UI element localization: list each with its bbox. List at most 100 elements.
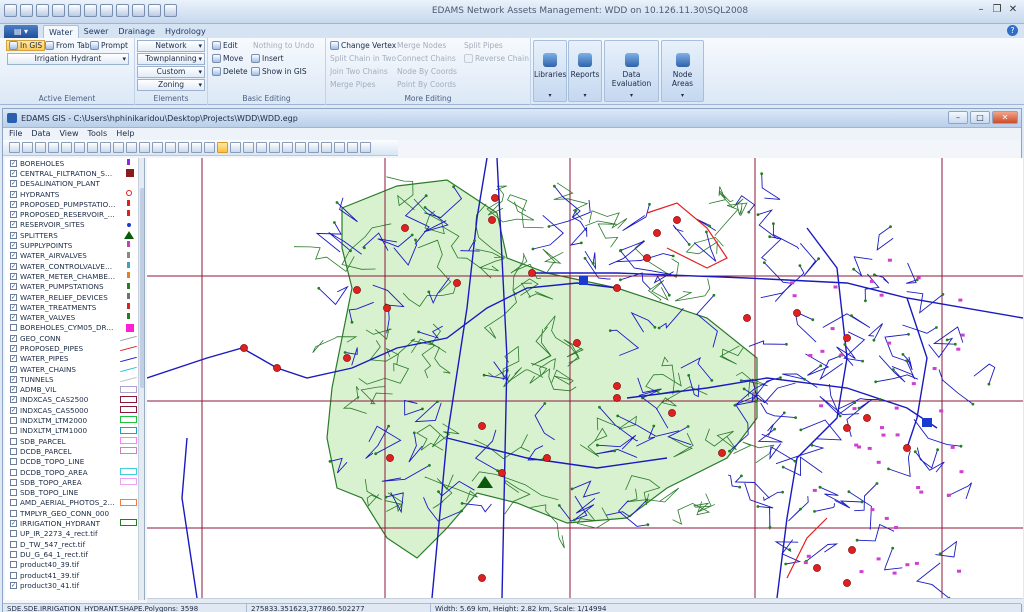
layer-item[interactable]: ✓ WATER_CHAINS [5, 364, 144, 374]
undo-button[interactable]: Nothing to Undo [253, 41, 314, 50]
layer-item[interactable]: ✓ BOREHOLES [5, 158, 144, 168]
edit-button[interactable]: Edit [212, 41, 238, 50]
layer-item[interactable]: ✓ SPLITTERS [5, 230, 144, 240]
layer-checkbox[interactable]: ✓ [10, 221, 17, 229]
layer-item[interactable]: ✓ WATER_AIRVALVES [5, 251, 144, 261]
close-icon[interactable]: ✕ [992, 111, 1018, 124]
layer-item[interactable]: DU_G_64_1_rect.tif [5, 549, 144, 559]
insert-button[interactable]: Insert [251, 54, 284, 63]
layer-item[interactable]: SDB_TOPO_LINE [5, 488, 144, 498]
node-by-coords-button[interactable]: Node By Coords [397, 67, 457, 76]
data-evaluation-button[interactable]: Data Evaluation ▾ [604, 40, 659, 102]
layer-item[interactable]: DCDB_TOPO_LINE [5, 457, 144, 467]
layer-checkbox[interactable]: ✓ [10, 386, 17, 394]
layer-checkbox[interactable] [10, 417, 17, 425]
change-vertex-button[interactable]: Change Vertex [330, 41, 396, 50]
layer-item[interactable]: ✓ SUPPLYPOINTS [5, 240, 144, 250]
layer-item[interactable]: ✓ WATER_METER_CHAMBERS [5, 271, 144, 281]
layer-list-scrollbar[interactable] [138, 158, 144, 600]
layer-checkbox[interactable]: ✓ [10, 262, 17, 270]
save-icon[interactable] [35, 142, 46, 153]
menu-view[interactable]: View [60, 128, 79, 140]
layer-item[interactable]: SDB_PARCEL [5, 436, 144, 446]
query-icon[interactable] [321, 142, 332, 153]
minimize-icon[interactable]: – [974, 3, 988, 17]
chart-icon[interactable] [84, 4, 97, 17]
layer-checkbox[interactable] [10, 561, 17, 569]
layer-item[interactable]: ✓ WATER_PUMPSTATIONS [5, 282, 144, 292]
layer-checkbox[interactable] [10, 478, 17, 486]
layer-item[interactable]: BOREHOLES_CYM05_DRAFT [5, 323, 144, 333]
file-menu-button[interactable]: ▤ ▾ [4, 25, 38, 38]
menu-data[interactable]: Data [31, 128, 50, 140]
zoom-out-icon[interactable] [152, 142, 163, 153]
layer-item[interactable]: ✓ CENTRAL_FILTRATION_SYS... [5, 168, 144, 178]
print-icon[interactable] [148, 4, 161, 17]
info-icon[interactable] [126, 142, 137, 153]
layer-checkbox[interactable]: ✓ [10, 334, 17, 342]
pan-hand-icon[interactable] [113, 142, 124, 153]
layer-item[interactable]: ✓ TUNNELS [5, 374, 144, 384]
townplanning-dropdown[interactable]: Townplanning [137, 53, 205, 65]
layer-item[interactable]: ✓ INDXCAS_CAS5000 [5, 405, 144, 415]
layer-checkbox[interactable]: ✓ [10, 375, 17, 383]
layer-checkbox[interactable]: ✓ [10, 303, 17, 311]
layer-checkbox[interactable] [10, 447, 17, 455]
layer-checkbox[interactable]: ✓ [10, 283, 17, 291]
maximize-icon[interactable]: □ [970, 111, 990, 124]
layer-checkbox[interactable]: ✓ [10, 272, 17, 280]
layer-item[interactable]: INDXLTM_LTM1000 [5, 426, 144, 436]
layer-checkbox[interactable] [10, 530, 17, 538]
menu-file[interactable]: File [9, 128, 22, 140]
move-button[interactable]: Move [212, 54, 243, 63]
from-table-button[interactable]: From Table [45, 41, 96, 50]
table-icon[interactable] [116, 4, 129, 17]
layer-item[interactable]: DCDB_TOPO_AREA [5, 467, 144, 477]
menu-tools[interactable]: Tools [87, 128, 107, 140]
layer-checkbox[interactable] [10, 324, 17, 332]
in-gis-button[interactable]: In GIS [6, 40, 46, 51]
zoom-in-icon[interactable] [139, 142, 150, 153]
tab-drainage[interactable]: Drainage [113, 25, 160, 38]
select-box-icon[interactable] [100, 142, 111, 153]
reverse-chain-button[interactable]: Reverse Chain [464, 54, 529, 63]
layer-checkbox[interactable] [10, 489, 17, 497]
paste-icon[interactable] [74, 142, 85, 153]
layer-item[interactable]: ✓ PROPOSED_RESERVOIR_SI... [5, 209, 144, 219]
attribute-icon[interactable] [308, 142, 319, 153]
layer-checkbox[interactable] [10, 550, 17, 558]
layer-checkbox[interactable]: ✓ [10, 314, 17, 322]
merge-nodes-button[interactable]: Merge Nodes [397, 41, 446, 50]
map-canvas[interactable] [147, 158, 1023, 598]
split-chain-button[interactable]: Split Chain in Two [330, 54, 396, 63]
layer-checkbox[interactable]: ✓ [10, 211, 17, 219]
layer-checkbox[interactable] [10, 540, 17, 548]
merge-pipes-button[interactable]: Merge Pipes [330, 80, 376, 89]
prompt-button[interactable]: Prompt [90, 41, 128, 50]
join-chains-button[interactable]: Join Two Chains [330, 67, 388, 76]
active-element-select[interactable]: Irrigation Hydrant [7, 53, 129, 65]
layer-checkbox[interactable]: ✓ [10, 365, 17, 373]
snap-icon[interactable] [217, 142, 228, 153]
layer-checkbox[interactable] [10, 427, 17, 435]
save-icon[interactable] [52, 4, 65, 17]
layer-checkbox[interactable] [10, 437, 17, 445]
layer-checkbox[interactable]: ✓ [10, 242, 17, 250]
layer-checkbox[interactable] [10, 499, 17, 507]
layer-item[interactable]: ✓ PROPOSED_PUMPSTATIONS [5, 199, 144, 209]
zoom-extent-icon[interactable] [178, 142, 189, 153]
copy-icon[interactable] [61, 142, 72, 153]
libraries-button[interactable]: Libraries ▾ [533, 40, 567, 102]
layer-item[interactable]: ✓ ADMB_VIL [5, 385, 144, 395]
globe-icon[interactable] [20, 4, 33, 17]
connect-chains-button[interactable]: Connect Chains [397, 54, 456, 63]
layer-checkbox[interactable]: ✓ [10, 180, 17, 188]
help-icon[interactable]: ? [1007, 25, 1018, 36]
layer-item[interactable]: D_TW_547_rect.tif [5, 539, 144, 549]
layer-item[interactable]: TMPLYR_GEO_CONN_000 [5, 508, 144, 518]
layer-checkbox[interactable] [10, 571, 17, 579]
menu-help[interactable]: Help [116, 128, 134, 140]
layer-item[interactable]: ✓ DESALINATION_PLANT [5, 179, 144, 189]
layer-item[interactable]: DCDB_PARCEL [5, 446, 144, 456]
legend-icon[interactable] [334, 142, 345, 153]
